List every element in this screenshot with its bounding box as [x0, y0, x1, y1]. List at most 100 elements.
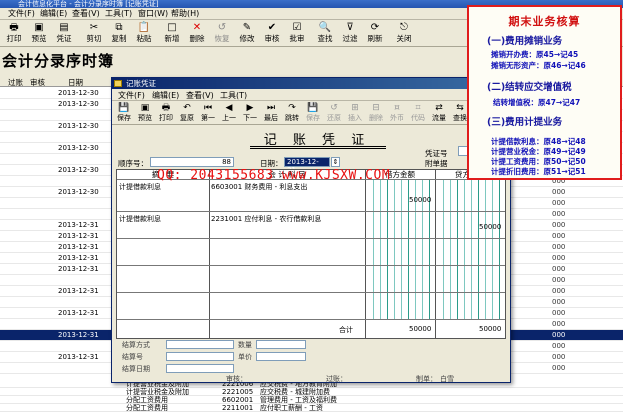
digit-divider: [450, 179, 451, 319]
table-row[interactable]: 分配工资费用 6602001 管理费用 - 工资及福利费: [0, 396, 623, 404]
batch-audit-icon: ☑: [292, 22, 302, 33]
find-button[interactable]: 🔍 查找: [313, 21, 337, 46]
dialog-toolbar-label: 上一: [222, 114, 236, 122]
dialog-menu-edit[interactable]: 编辑(E): [152, 90, 179, 101]
menu-window[interactable]: 窗口(W): [138, 9, 168, 19]
date-field[interactable]: 2013-12-31: [284, 157, 330, 174]
page-title: 会计分录序时簿: [2, 52, 115, 70]
voucher-icon: ▤: [59, 22, 69, 33]
row-amount: 000: [552, 364, 566, 372]
table-row[interactable]: 分配工资费用 2211001 应付职工薪酬 - 工资: [0, 404, 623, 412]
settle-method-field[interactable]: [166, 340, 234, 349]
menu-view[interactable]: 查看(V): [72, 9, 100, 19]
filter-button[interactable]: ⊽ 过滤: [338, 21, 362, 46]
entry-account[interactable]: 6603001 财务费用 - 利息支出: [211, 182, 307, 192]
close-button[interactable]: ⎋ 关闭: [392, 21, 416, 46]
dialog-toolbar-button[interactable]: ▶ 下一: [240, 102, 260, 124]
section-item: 摊销无形资产：原46→记46: [491, 61, 586, 70]
entry-summary[interactable]: 计提借款利息: [119, 214, 161, 224]
refresh-button[interactable]: ⟳ 刷新: [363, 21, 387, 46]
entry-row[interactable]: [117, 265, 505, 266]
dialog-toolbar-button[interactable]: ⌗ 代码: [408, 102, 428, 124]
settle-no-field[interactable]: [166, 352, 234, 361]
seq-field[interactable]: 88: [150, 157, 234, 167]
table-row[interactable]: 计提营业税金及附加 2221005 应交税费 - 城建附加费: [0, 388, 623, 396]
qty-field[interactable]: [256, 340, 306, 349]
entry-credit[interactable]: 50000: [479, 223, 501, 231]
restore-button[interactable]: ↺ 恢复: [210, 21, 234, 46]
voucher-footer: 结算方式 结算号 结算日期 数量 单价 审核： 过账： 制单： 白雪: [116, 340, 506, 383]
dialog-toolbar-button[interactable]: ◀ 上一: [219, 102, 239, 124]
price-field[interactable]: [256, 352, 306, 361]
digit-divider: [499, 179, 500, 319]
modify-button[interactable]: ✎ 修改: [235, 21, 259, 46]
dialog-toolbar-button[interactable]: ↺ 还原: [324, 102, 344, 124]
dialog-toolbar-button[interactable]: ▣ 预览: [135, 102, 155, 124]
dialog-toolbar-button[interactable]: ¤ 外币: [387, 102, 407, 124]
dialog-toolbar: 💾 保存 ▣ 预览 🖶 打印 ↶ 复原 ⏮ 第一 ◀ 上一 ▶ 下一 ⏭ 最后 ↷ 跳转 💾 保存 ↺ 还原 ⊞ 插入 ⊟ 删除 ¤…: [112, 101, 510, 125]
currency-icon: ¤: [394, 103, 400, 113]
dialog-toolbar-button[interactable]: ⏮ 第一: [198, 102, 218, 124]
dialog-toolbar-button[interactable]: 💾 保存: [114, 102, 134, 124]
audit-icon: ✔: [267, 22, 277, 33]
copy-button[interactable]: ⧉ 复制: [107, 21, 131, 46]
digit-divider: [492, 179, 493, 319]
menu-help[interactable]: 帮助(H): [171, 9, 199, 19]
entry-row[interactable]: 计提借款利息 2231001 应付利息 - 农行借款利息 50000: [117, 211, 505, 231]
row-account-code: 2211001: [222, 404, 254, 412]
paste-button[interactable]: 📋 粘贴: [132, 21, 156, 46]
col-posted[interactable]: 过账: [8, 77, 23, 88]
row-amount: 000: [552, 199, 566, 207]
entry-debit[interactable]: 50000: [409, 196, 431, 204]
dialog-toolbar-button[interactable]: ⊟ 删除: [366, 102, 386, 124]
dialog-toolbar-button[interactable]: 💾 保存: [303, 102, 323, 124]
dialog-toolbar-button[interactable]: ⏭ 最后: [261, 102, 281, 124]
dialog-toolbar-button[interactable]: ↶ 复原: [177, 102, 197, 124]
row-amount: 000: [552, 210, 566, 218]
audit-button[interactable]: ✔ 审核: [260, 21, 284, 46]
dialog-menu-file[interactable]: 文件(F): [118, 90, 145, 101]
dialog-toolbar-button[interactable]: 🖶 打印: [156, 102, 176, 124]
scissors-icon: ✂: [89, 22, 99, 33]
menu-edit[interactable]: 编辑(E): [40, 9, 67, 19]
col-date[interactable]: 日期: [68, 77, 83, 88]
entry-account[interactable]: 2231001 应付利息 - 农行借款利息: [211, 214, 321, 224]
dialog-toolbar-label: 保存: [306, 114, 320, 122]
cut-button[interactable]: ✂ 剪切: [82, 21, 106, 46]
total-row: 合计 50000 50000: [117, 319, 505, 334]
dialog-toolbar-label: 跳转: [285, 114, 299, 122]
row-account-name: 管理费用 - 工资及福利费: [260, 396, 337, 404]
settle-date-field[interactable]: [166, 364, 234, 373]
print-button[interactable]: 🖶 打印: [2, 21, 26, 46]
entry-row[interactable]: [117, 238, 505, 239]
delete-button[interactable]: ✕ 删除: [185, 21, 209, 46]
preview-button[interactable]: ▣ 预览: [27, 21, 51, 46]
row-amount: 000: [552, 221, 566, 229]
prev-icon: ◀: [225, 103, 233, 113]
row-amount: 000: [552, 232, 566, 240]
dialog-toolbar-button[interactable]: ⇄ 流量: [429, 102, 449, 124]
add-button[interactable]: □ 新增: [160, 21, 184, 46]
dialog-toolbar-label: 下一: [243, 114, 257, 122]
row-account-name: 应付职工薪酬 - 工资: [260, 404, 323, 412]
dialog-toolbar-button[interactable]: ↷ 跳转: [282, 102, 302, 124]
menu-tools[interactable]: 工具(T): [105, 9, 132, 19]
entry-row[interactable]: [117, 292, 505, 293]
entry-summary[interactable]: 计提借款利息: [119, 182, 161, 192]
refresh-icon: ⟳: [370, 22, 380, 33]
voucher-button[interactable]: ▤ 凭证: [52, 21, 76, 46]
menu-file[interactable]: 文件(F): [8, 9, 35, 19]
batch-audit-button[interactable]: ☑ 批审: [285, 21, 309, 46]
dialog-menu-view[interactable]: 查看(V): [186, 90, 214, 101]
dialog-menu-tools[interactable]: 工具(T): [220, 90, 247, 101]
divider: [435, 170, 436, 338]
dialog-toolbar-label: 插入: [348, 114, 362, 122]
row-amount: 000: [552, 320, 566, 328]
date-spin-button[interactable]: ⇕: [331, 157, 340, 167]
voucher-entry-table: 摘 要 会 计 科 目 借方金额 贷方金额 计提借款利息 6603001 财务费…: [116, 168, 506, 339]
col-audited[interactable]: 审核: [30, 77, 45, 88]
dialog-toolbar-button[interactable]: ⊞ 插入: [345, 102, 365, 124]
row-summary: 计提营业税金及附加: [126, 388, 189, 396]
row-date: 2013-12-30: [58, 100, 99, 108]
preview-icon: ▣: [34, 22, 44, 33]
